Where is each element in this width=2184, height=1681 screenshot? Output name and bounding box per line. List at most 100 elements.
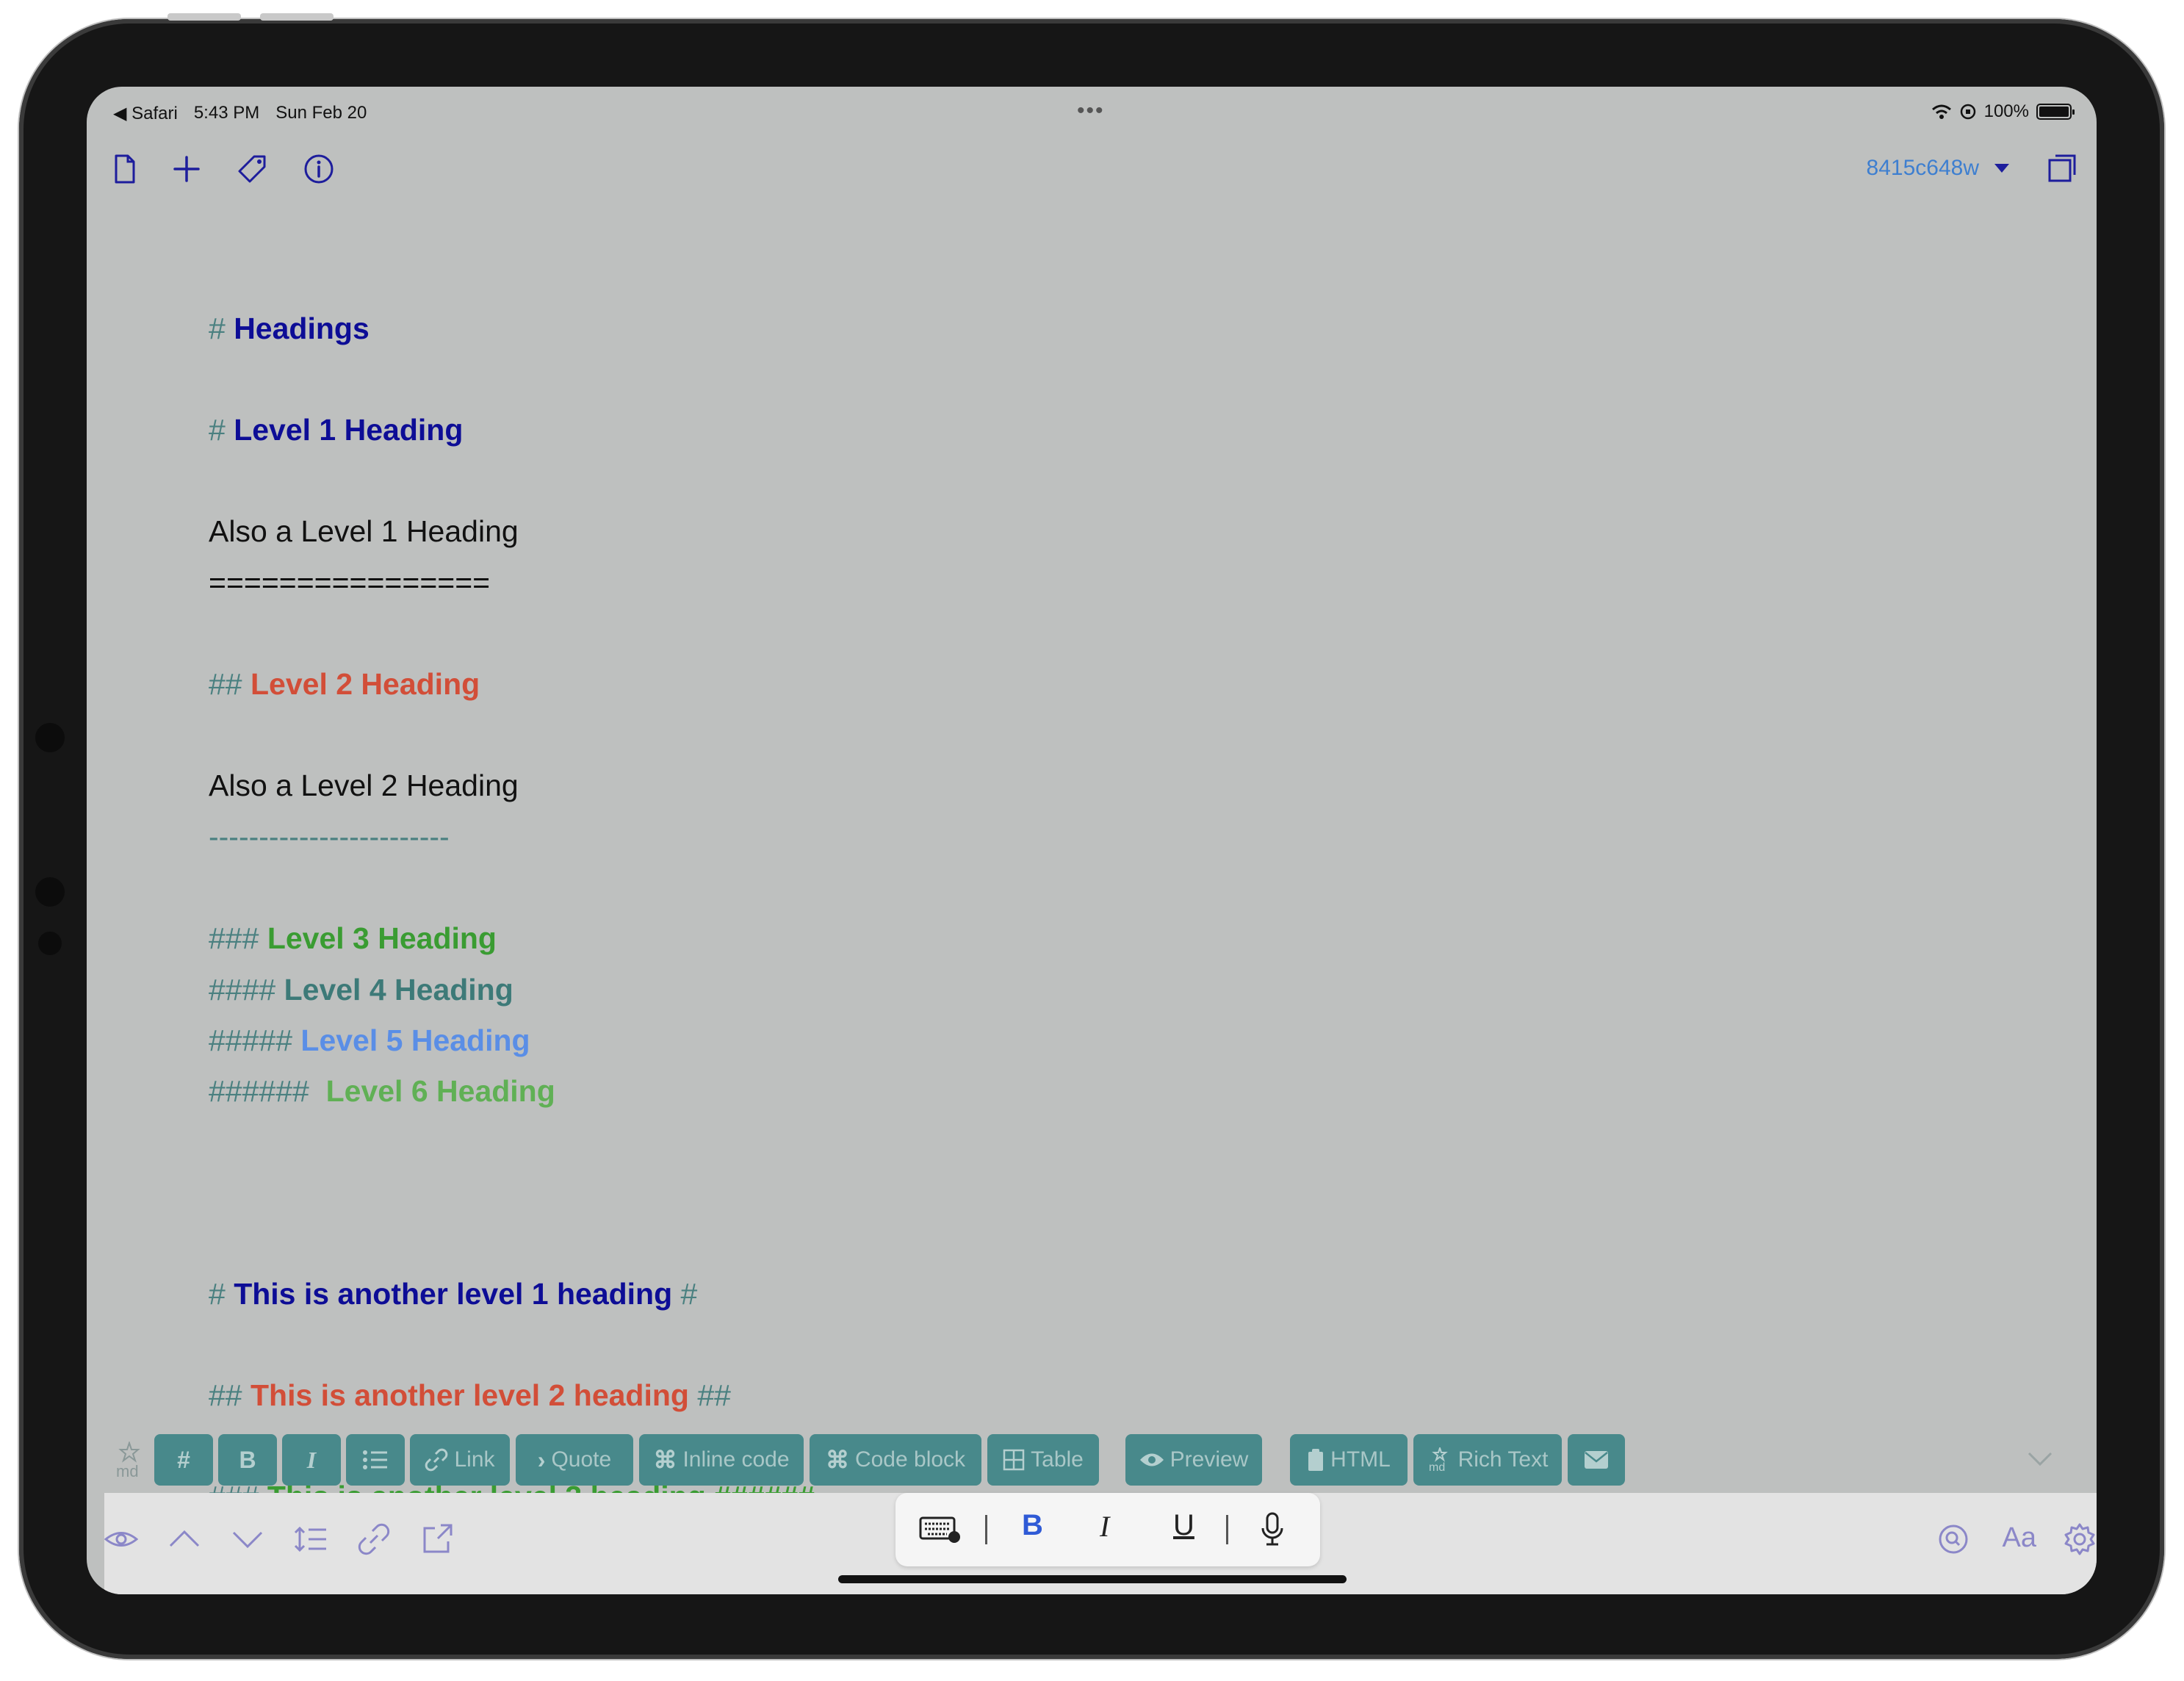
heading-text: Level 5 Heading [300,1023,530,1057]
heading-button[interactable]: # [154,1434,213,1486]
heading-text: This is another level 1 heading [234,1277,673,1311]
link-button-label: Link [454,1447,495,1472]
caret-down-icon [1994,164,2009,173]
home-indicator[interactable] [838,1575,1347,1583]
line-spacing-icon[interactable] [294,1522,328,1556]
divider [1226,1515,1228,1544]
editor-line[interactable]: ================ [209,566,490,600]
editor-line[interactable]: Also a Level 2 Heading [209,768,519,803]
list-button[interactable] [346,1434,405,1486]
screen: ◀ Safari 5:43 PM Sun Feb 20 ••• 100% 841… [87,87,2097,1594]
editor-line[interactable]: ------------------------ [209,820,450,854]
heading-closing-marker: # [672,1277,698,1311]
markdown-toolbar: md # B I Link › Quote ⌘ Inline code ⌘ Code … [104,1434,2079,1487]
top-toolbar: 8415c648w [87,137,2097,195]
inline-code-button[interactable]: ⌘ Inline code [639,1434,804,1486]
chevron-right-icon: › [537,1446,546,1473]
top-button-2 [260,13,334,21]
editor-line[interactable]: #### Level 4 Heading [209,973,513,1007]
microphone-icon[interactable] [1260,1512,1285,1547]
heading-text: Headings [234,312,370,345]
top-button-1 [167,13,241,21]
search-icon[interactable] [1936,1522,1970,1556]
status-time: 5:43 PM [193,103,260,123]
heading-closing-marker: ## [688,1378,731,1412]
inline-code-button-label: Inline code [682,1447,790,1472]
heading-marker: #### [209,973,284,1007]
status-bar: ◀ Safari 5:43 PM Sun Feb 20 ••• 100% [87,94,2097,128]
editor-line[interactable]: ## Level 2 Heading [209,667,480,702]
html-button[interactable]: HTML [1290,1434,1408,1486]
bold-format-button[interactable]: B [1022,1509,1043,1542]
preview-button-label: Preview [1170,1447,1249,1472]
heading-marker: ##### [209,1023,301,1057]
branch-label: 8415c648w [1866,156,1979,180]
heading-text: Level 4 Heading [284,973,513,1007]
tag-icon[interactable] [237,153,269,185]
editor-line[interactable]: ##### Level 5 Heading [209,1023,530,1058]
heading-marker: # [209,312,234,345]
heading-text: Level 1 Heading [234,413,464,447]
code-block-button-label: Code block [854,1447,966,1472]
md-star-icon: md [1429,1447,1448,1472]
editor-line[interactable]: # Level 1 Heading [209,413,463,447]
mail-icon [1585,1451,1608,1469]
eye-icon [1139,1453,1164,1466]
orientation-lock-icon [1960,104,1975,120]
heading-marker: ## [209,667,251,701]
hash-icon: # [177,1446,190,1473]
italic-button[interactable]: I [282,1434,341,1486]
chevron-down-icon[interactable] [2028,1452,2053,1466]
heading-marker: ###### [209,1074,318,1108]
heading-text: Level 6 Heading [317,1074,555,1108]
branch-selector[interactable]: 8415c648w [1867,156,2010,181]
multitask-dots-icon[interactable]: ••• [1077,98,1105,123]
editor-line[interactable]: ### Level 3 Heading [209,921,497,956]
link-icon[interactable] [357,1522,391,1556]
font-size-button[interactable]: Aa [2003,1522,2036,1554]
md-star-logo-icon[interactable]: md [113,1441,145,1480]
battery-percent: 100% [1983,101,2029,121]
email-button[interactable] [1568,1434,1625,1486]
back-to-app[interactable]: ◀ Safari [113,103,178,124]
keyboard-icon[interactable] [919,1515,962,1544]
camera-dot-2 [35,877,65,907]
camera-dot-1 [35,723,65,752]
chevron-down-icon[interactable] [231,1522,264,1556]
preview-button[interactable]: Preview [1125,1434,1262,1486]
editor-line[interactable]: # Headings [209,312,370,346]
rich-text-button[interactable]: md Rich Text [1413,1434,1562,1486]
code-block-button[interactable]: ⌘ Code block [810,1434,981,1486]
chevron-up-icon[interactable] [167,1522,201,1556]
status-date: Sun Feb 20 [275,103,367,123]
editor-line[interactable]: Also a Level 1 Heading [209,514,519,549]
heading-marker: # [209,413,234,447]
link-icon [425,1448,448,1472]
command-icon: ⌘ [825,1447,849,1473]
editor-line[interactable]: # This is another level 1 heading # [209,1277,697,1311]
command-icon: ⌘ [653,1447,677,1473]
heading-text: Level 3 Heading [267,921,497,955]
document-icon[interactable] [109,153,141,185]
heading-marker: ### [209,921,267,955]
eye-icon[interactable] [104,1522,138,1556]
bold-button[interactable]: B [218,1434,277,1486]
editor-line[interactable]: ###### Level 6 Heading [209,1074,555,1109]
table-button-label: Table [1031,1447,1084,1472]
table-button[interactable]: Table [987,1434,1099,1486]
italic-icon: I [306,1446,317,1473]
battery-icon [2036,104,2075,120]
editor-line[interactable]: ## This is another level 2 heading ## [209,1378,731,1413]
table-icon [1003,1449,1025,1471]
underline-format-button[interactable]: U [1173,1509,1194,1542]
plus-icon[interactable] [170,153,203,185]
list-icon [363,1450,387,1469]
gear-icon[interactable] [2063,1522,2097,1556]
share-external-icon[interactable] [420,1522,454,1556]
link-button[interactable]: Link [410,1434,510,1486]
info-icon[interactable] [303,153,335,185]
quote-button[interactable]: › Quote [516,1434,633,1486]
shortcut-pill: B I U [895,1493,1320,1566]
italic-format-button[interactable]: I [1100,1509,1109,1544]
expand-window-icon[interactable] [2045,153,2077,185]
